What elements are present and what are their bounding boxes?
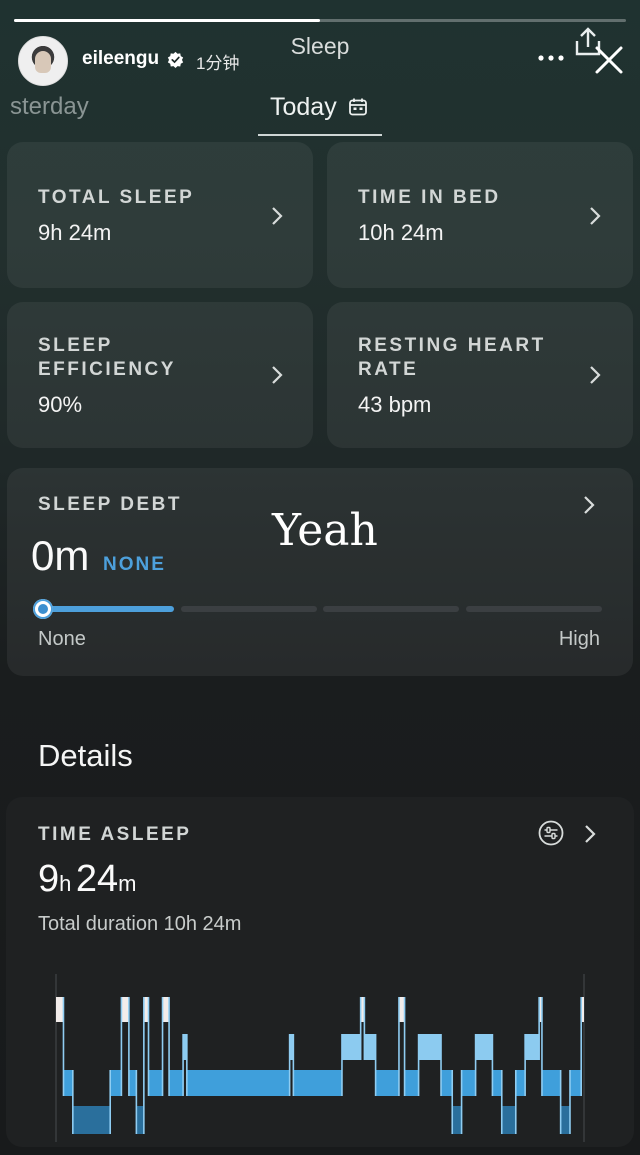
hypnogram-segment-awake [56,997,64,1022]
sleep-debt-level-badge: NONE [103,554,166,575]
debt-scale-min-label: None [38,628,86,650]
hypnogram-segment-light [541,1070,561,1096]
sleep-debt-title: SLEEP DEBT [38,494,182,515]
hypnogram-segment-light [128,1070,137,1096]
hypnogram-segment-rem [525,1034,540,1060]
chevron-right-icon [585,825,596,843]
debt-scale-indicator [33,599,53,619]
hypnogram-segment-rem [341,1034,361,1060]
chevron-right-icon [590,207,601,225]
chevron-right-icon [272,366,283,384]
time-asleep-value: 9h 24m [38,858,136,901]
hypnogram-segment-light [492,1070,502,1096]
metric-card-resting-heart-rate[interactable]: RESTING HEART RATE 43 bpm [327,302,633,448]
debt-scale-segment-1 [38,606,174,612]
hypnogram-segment-deep [72,1106,111,1134]
debt-scale-segment-2 [181,606,317,612]
metric-title: RESTING HEART RATE [358,335,546,380]
hypnogram-segment-rem [364,1034,376,1060]
metric-value: 43 bpm [358,392,432,417]
metric-card-time-in-bed[interactable]: TIME IN BED 10h 24m [327,142,633,288]
sleep-debt-card[interactable]: SLEEP DEBT [7,468,633,676]
date-tab-previous[interactable]: sterday [10,93,89,121]
details-heading: Details [38,738,133,773]
debt-scale-segment-4 [466,606,602,612]
metric-value: 10h 24m [358,220,444,245]
hypnogram-segment-deep [136,1106,144,1134]
hypnogram-segment-light [515,1070,526,1096]
metric-card-sleep-efficiency[interactable]: SLEEP EFFICIENCY 90% [7,302,313,448]
metric-title: SLEEP EFFICIENCY [38,335,176,380]
story-progress-fill [14,19,320,22]
hypnogram-segment-light [169,1070,184,1096]
time-asleep-title: TIME ASLEEP [38,824,192,845]
chevron-right-icon [584,496,595,514]
hypnogram-segment-light [293,1070,342,1096]
hypnogram-segment-light [461,1070,476,1096]
time-asleep-minutes-unit: m [118,871,137,896]
story-progress-bar [14,19,626,22]
hypnogram-segment-light [63,1070,73,1096]
chevron-right-icon [590,366,601,384]
total-duration-text: Total duration 10h 24m [38,913,242,935]
hypnogram-segment-deep [452,1106,462,1134]
hypnogram-segment-light [404,1070,419,1096]
story-text-overlay: Yeah [272,505,378,556]
time-asleep-hours: 9 [38,858,60,900]
date-tab-current-label: Today [270,93,337,121]
hypnogram-segment-light [375,1070,399,1096]
debt-scale-segment-3 [323,606,459,612]
hypnogram-segment-light [441,1070,453,1096]
more-options-icon[interactable] [537,48,565,68]
hypnogram-segment-rem [418,1034,442,1060]
hypnogram-segment-light [110,1070,122,1096]
hypnogram-segment-rem [475,1034,493,1060]
chevron-right-icon [272,207,283,225]
metric-card-total-sleep[interactable]: TOTAL SLEEP 9h 24m [7,142,313,288]
close-icon[interactable] [592,43,626,77]
calendar-icon [349,98,367,116]
hypnogram-segment-light [148,1070,163,1096]
time-asleep-minutes: 24 [75,858,119,900]
hypnogram-segment-awake [121,997,129,1022]
hypnogram-segment-awake [162,997,170,1022]
metric-value: 90% [38,392,83,417]
hypnogram-segment-light [186,1070,290,1096]
hypnogram-segment-light [569,1070,582,1096]
hypnogram-segment-deep [560,1106,570,1134]
hypnogram-chart [55,974,585,1142]
metric-title: TOTAL SLEEP [38,187,195,208]
filter-settings-icon[interactable] [538,820,564,846]
hypnogram-segment-awake [398,997,405,1022]
date-tab-current[interactable]: Today [258,90,382,136]
debt-scale-max-label: High [558,628,600,650]
hypnogram-segment-deep [501,1106,516,1134]
time-asleep-hours-unit: h [59,871,72,896]
metric-title: TIME IN BED [358,187,501,208]
sleep-debt-value: 0m [31,532,90,579]
metric-value: 9h 24m [38,220,112,245]
